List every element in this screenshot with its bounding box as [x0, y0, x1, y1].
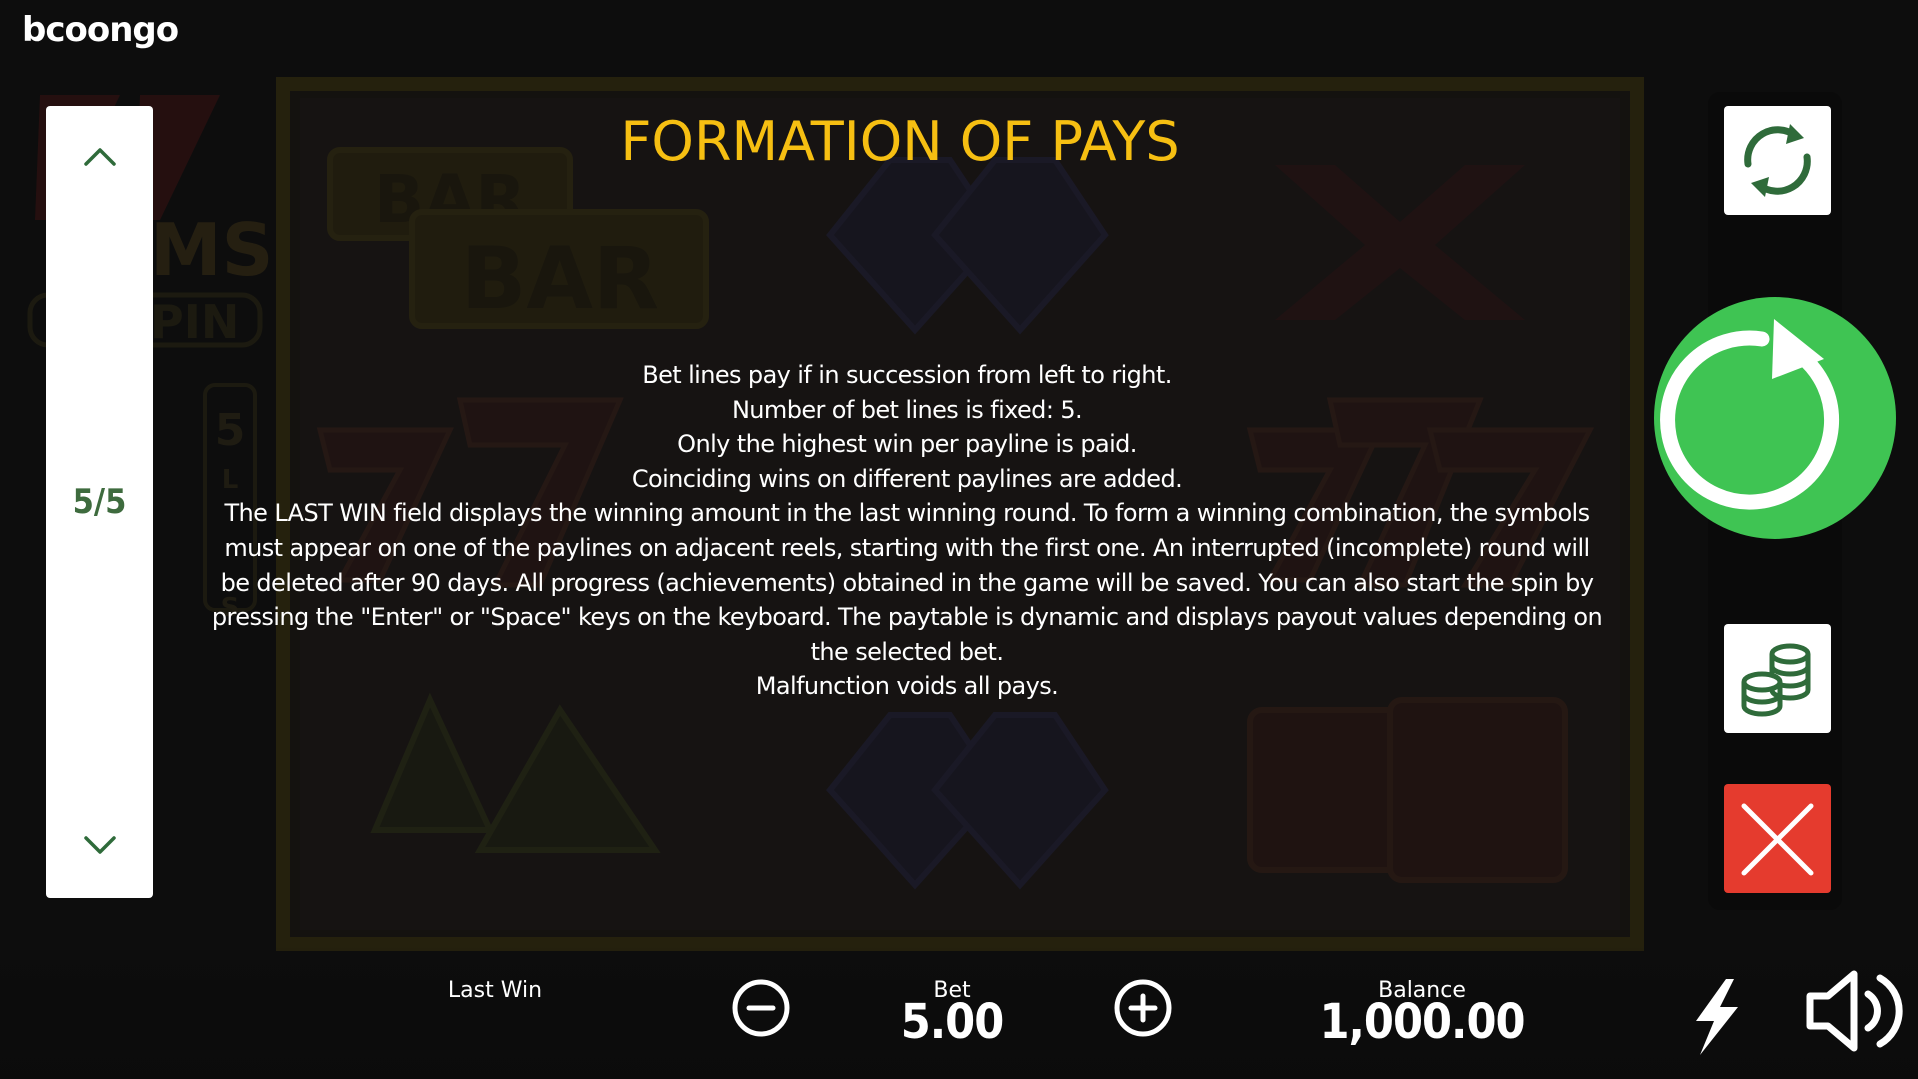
rules-paragraph: The LAST WIN field displays the winning …: [211, 499, 1603, 666]
chevron-down-icon[interactable]: [82, 834, 118, 858]
speaker-icon[interactable]: [1804, 966, 1904, 1056]
lightning-icon[interactable]: [1686, 977, 1746, 1057]
close-button[interactable]: [1724, 784, 1831, 893]
rules-paragraph: Coinciding wins on different paylines ar…: [631, 464, 1183, 493]
spin-button[interactable]: [1654, 297, 1896, 539]
rules-paragraph: Only the highest win per payline is paid…: [677, 430, 1137, 459]
spin-arrow-icon: [1660, 319, 1840, 510]
rules-paragraph: Malfunction voids all pays.: [755, 672, 1059, 701]
rules-paragraph: Bet lines pay if in succession from left…: [642, 361, 1172, 389]
brand-logo: bcoongo: [22, 10, 179, 50]
plus-circle-icon[interactable]: [1113, 978, 1173, 1038]
page-indicator: 5/5: [72, 482, 127, 522]
page-navigator: 5/5: [46, 106, 153, 898]
bet-value: 5.00: [900, 994, 1005, 1050]
refresh-icon: [1744, 124, 1811, 197]
minus-circle-icon[interactable]: [731, 978, 791, 1038]
chevron-up-icon[interactable]: [82, 144, 118, 168]
balance-value: 1,000.00: [1319, 994, 1525, 1050]
stake-button[interactable]: [1724, 624, 1831, 733]
last-win-label: Last Win: [447, 978, 543, 1003]
autoplay-button[interactable]: [1724, 106, 1831, 215]
rules-text: Bet lines pay if in succession from left…: [208, 358, 1606, 704]
rules-paragraph: Number of bet lines is fixed: 5.: [731, 395, 1083, 424]
page-title: FORMATION OF PAYS: [620, 110, 1180, 173]
coins-icon: [1741, 643, 1811, 717]
close-icon: [1741, 803, 1814, 876]
